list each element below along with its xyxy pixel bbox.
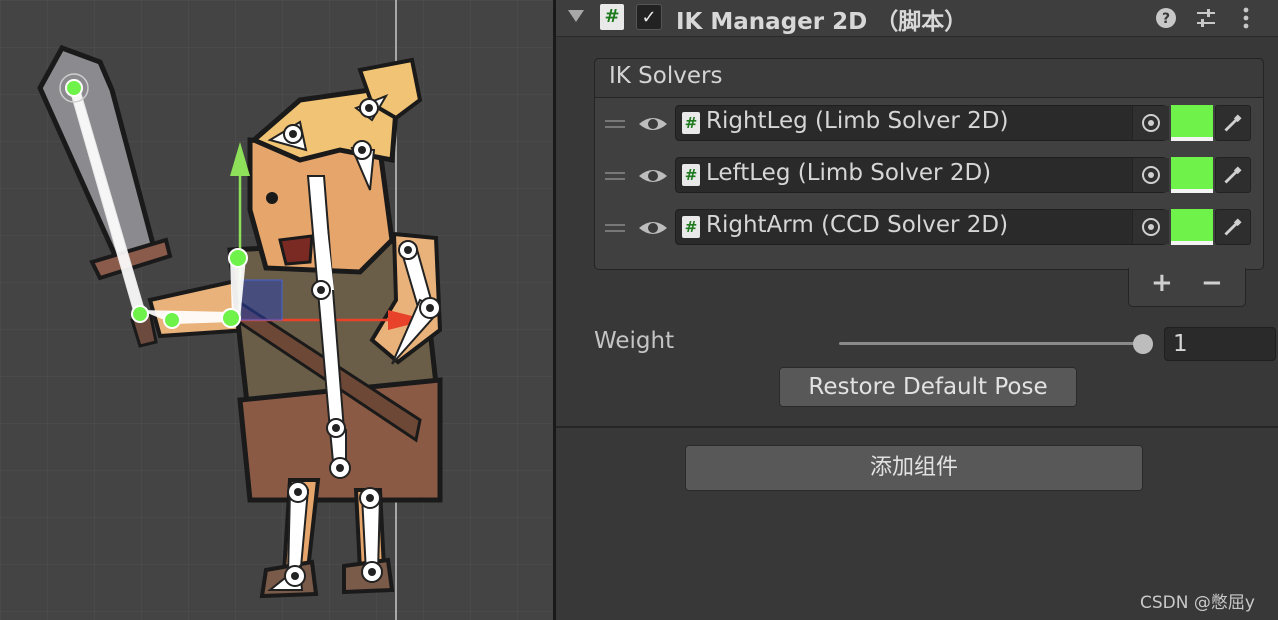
eyedropper-icon[interactable] [1215,105,1251,141]
help-icon[interactable]: ? [1154,6,1178,30]
separator [556,426,1278,428]
solver-name: LeftLeg (Limb Solver 2D) [706,160,992,186]
script-icon: # [682,112,700,134]
script-icon: # [682,164,700,186]
solver-object-field[interactable]: # RightLeg (Limb Solver 2D) [675,105,1169,141]
more-menu-icon[interactable] [1234,6,1258,30]
inspector-panel: # ✓ IK Manager 2D （脚本） ? IK Solvers # Ri… [556,0,1278,620]
weight-label: Weight [594,328,675,354]
restore-default-pose-button[interactable]: Restore Default Pose [779,367,1077,407]
list-item[interactable]: # RightLeg (Limb Solver 2D) [595,100,1261,152]
solver-object-field[interactable]: # RightArm (CCD Solver 2D) [675,209,1169,245]
gizmo-color-swatch[interactable] [1171,105,1213,141]
script-icon: # [600,4,624,30]
svg-text:?: ? [1162,11,1170,27]
component-header[interactable]: # ✓ IK Manager 2D （脚本） ? [556,0,1278,37]
eyedropper-icon[interactable] [1215,157,1251,193]
component-title: IK Manager 2D （脚本） [676,9,968,35]
ik-solvers-header: IK Solvers [594,58,1264,98]
watermark: CSDN @憋屈y [1140,593,1255,613]
list-footer: + − [1128,268,1246,307]
weight-slider-knob[interactable] [1133,334,1153,354]
drag-handle-icon[interactable] [605,172,625,180]
drag-handle-icon[interactable] [605,120,625,128]
gizmo-color-swatch[interactable] [1171,157,1213,193]
list-item[interactable]: # LeftLeg (Limb Solver 2D) [595,152,1261,204]
xy-plane-handle [239,279,283,321]
object-picker-icon[interactable] [1132,106,1169,140]
add-component-button[interactable]: 添加组件 [685,445,1143,491]
ik-solvers-title: IK Solvers [609,63,723,89]
object-picker-icon[interactable] [1132,158,1169,192]
add-solver-button[interactable]: + [1151,268,1173,298]
gizmo-color-swatch[interactable] [1171,209,1213,245]
enabled-checkbox[interactable]: ✓ [636,4,662,30]
preset-sliders-icon[interactable] [1194,6,1218,30]
foldout-arrow-icon[interactable] [568,10,584,22]
scene-view[interactable] [0,0,553,620]
solver-name: RightArm (CCD Solver 2D) [706,212,1009,238]
solver-object-field[interactable]: # LeftLeg (Limb Solver 2D) [675,157,1169,193]
weight-field[interactable]: 1 [1164,327,1276,361]
weight-slider[interactable] [839,342,1145,345]
eye-visibility-icon[interactable] [637,112,669,136]
solver-name: RightLeg (Limb Solver 2D) [706,108,1009,134]
remove-solver-button[interactable]: − [1201,268,1223,298]
object-picker-icon[interactable] [1132,210,1169,244]
scene-canvas[interactable] [0,0,553,620]
list-item[interactable]: # RightArm (CCD Solver 2D) [595,204,1261,256]
drag-handle-icon[interactable] [605,224,625,232]
eye-visibility-icon[interactable] [637,216,669,240]
script-icon: # [682,216,700,238]
eyedropper-icon[interactable] [1215,209,1251,245]
eye-visibility-icon[interactable] [637,164,669,188]
